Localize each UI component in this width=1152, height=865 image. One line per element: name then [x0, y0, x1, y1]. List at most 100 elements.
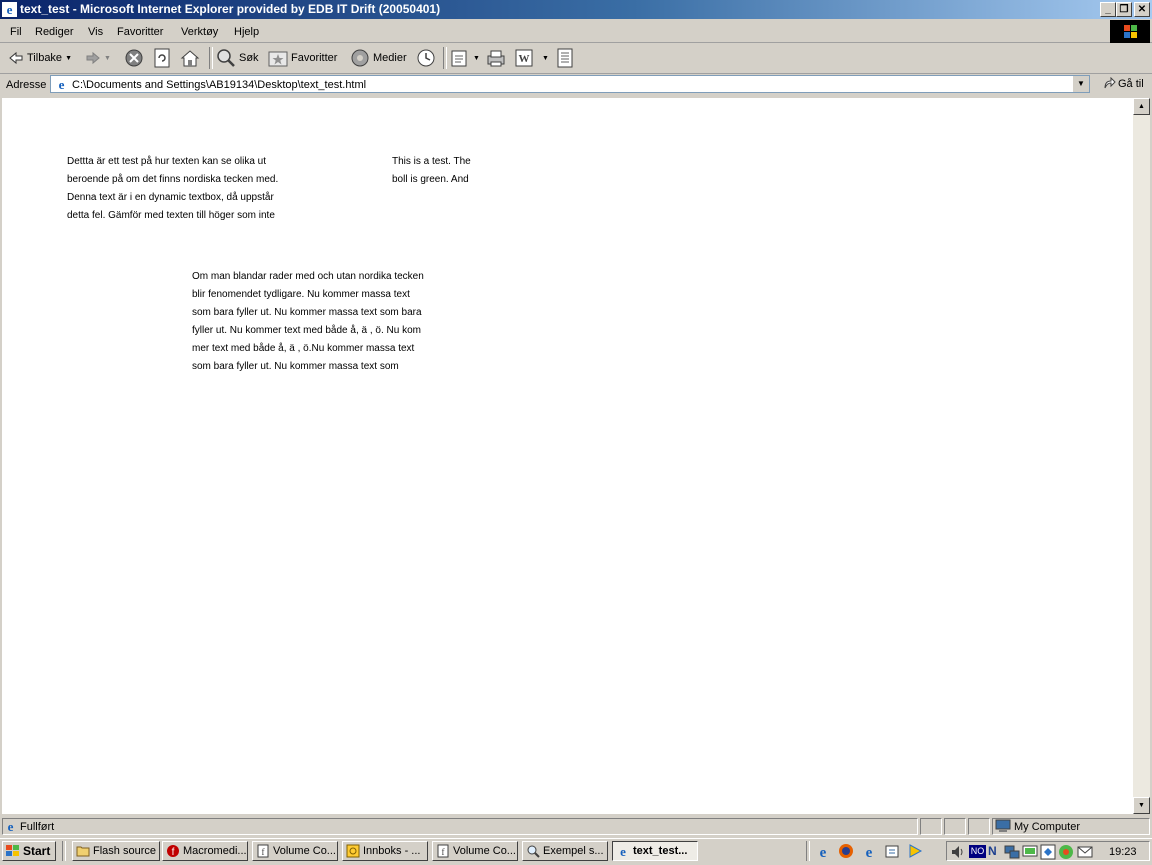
notes-icon: [557, 48, 573, 68]
refresh-button[interactable]: [153, 47, 171, 69]
history-clock-icon: [417, 49, 435, 67]
scroll-down-button[interactable]: ▼: [1133, 797, 1150, 814]
status-pane-main: [2, 818, 918, 835]
mail-notify-icon[interactable]: [1077, 844, 1093, 860]
task-volume-control-2[interactable]: f Volume Co...: [432, 841, 518, 861]
network-icon[interactable]: [1004, 844, 1020, 860]
address-dropdown-button[interactable]: ▼: [1072, 76, 1089, 92]
vertical-scrollbar[interactable]: ▲ ▼: [1133, 98, 1150, 814]
forward-arrow-icon: [86, 51, 100, 65]
minimize-button[interactable]: _: [1100, 2, 1116, 17]
svg-text:e: e: [59, 77, 65, 92]
windows-logo: [1110, 20, 1150, 43]
desktop-icon[interactable]: [884, 843, 900, 859]
ie-icon: e: [2, 2, 17, 17]
volume-icon[interactable]: [950, 844, 966, 860]
search-icon: [217, 49, 235, 67]
text-line: mer text med både å, ä , ö.Nu kommer mas…: [192, 343, 415, 354]
svg-text:f: f: [262, 847, 265, 857]
stop-button[interactable]: [124, 47, 144, 69]
back-label: Tilbake: [27, 52, 63, 64]
monitor-icon[interactable]: [1022, 844, 1038, 860]
svg-text:e: e: [7, 2, 13, 17]
status-pane: [920, 818, 942, 835]
page-content: Dettta är ett test på hur texten kan se …: [2, 98, 1133, 814]
mixed-textbox: Om man blandar rader med och utan nordik…: [192, 268, 424, 376]
chevron-down-icon[interactable]: ▼: [542, 55, 549, 62]
mail-button[interactable]: ▼: [450, 47, 480, 69]
sync-icon[interactable]: [1040, 844, 1056, 860]
task-example[interactable]: Exempel s...: [522, 841, 608, 861]
task-flash-source[interactable]: Flash source: [72, 841, 160, 861]
chevron-down-icon[interactable]: ▼: [473, 55, 480, 62]
menu-favorites[interactable]: Favoritter: [117, 26, 163, 38]
back-button[interactable]: Tilbake ▼: [8, 47, 72, 69]
history-button[interactable]: [416, 47, 436, 69]
computer-icon: [995, 819, 1011, 832]
text-line: som bara fyller ut. Nu kommer massa text…: [192, 361, 399, 372]
address-input[interactable]: e C:\Documents and Settings\AB19134\Desk…: [50, 75, 1090, 93]
menu-tools[interactable]: Verktøy: [181, 26, 218, 38]
svg-text:W: W: [519, 53, 530, 65]
flash-icon: f: [167, 845, 179, 858]
media-player-icon[interactable]: [907, 843, 923, 859]
text-line: Denna text är i en dynamic textbox, då u…: [67, 192, 274, 203]
menu-view[interactable]: Vis: [88, 26, 103, 38]
windows-flag-icon: [6, 845, 19, 856]
text-line: detta fel. Gämför med texten till höger …: [67, 210, 275, 221]
menu-help[interactable]: Hjelp: [234, 26, 259, 38]
task-inbox[interactable]: Innboks - ...: [342, 841, 428, 861]
start-button[interactable]: Start: [2, 841, 56, 861]
task-volume-control-1[interactable]: f Volume Co...: [252, 841, 338, 861]
status-pane: [944, 818, 966, 835]
ie-page-icon: e: [59, 77, 65, 92]
start-label: Start: [23, 844, 51, 858]
language-indicator[interactable]: NO: [969, 845, 986, 858]
taskbar-separator: [806, 841, 810, 861]
task-text-test[interactable]: e text_test...: [612, 841, 698, 861]
edit-button[interactable]: W ▼: [515, 47, 549, 69]
dynamic-textbox: Dettta är ett test på hur texten kan se …: [67, 153, 278, 225]
favorites-button[interactable]: Favoritter: [268, 47, 337, 69]
print-button[interactable]: [486, 47, 506, 69]
text-line: som bara fyller ut. Nu kommer massa text…: [192, 307, 422, 318]
go-button[interactable]: Gå til: [1102, 77, 1144, 91]
zone-text: My Computer: [1014, 821, 1081, 833]
antivirus-icon[interactable]: [1058, 844, 1074, 860]
media-label: Medier: [373, 52, 407, 64]
ie-quicklaunch-icon[interactable]: e: [861, 843, 877, 859]
stop-icon: [125, 49, 143, 67]
forward-button[interactable]: ▼: [85, 47, 111, 69]
taskbar-separator: [62, 841, 66, 861]
toolbar-separator: [209, 47, 213, 69]
media-button[interactable]: Medier: [350, 47, 407, 69]
tray-n-icon[interactable]: N: [988, 844, 997, 858]
close-button[interactable]: ✕: [1134, 2, 1150, 17]
chevron-down-icon[interactable]: ▼: [104, 55, 111, 62]
restore-button[interactable]: ❐: [1116, 2, 1132, 17]
home-button[interactable]: [180, 47, 200, 69]
discuss-button[interactable]: [556, 47, 574, 69]
refresh-icon: [154, 48, 170, 68]
task-label: Flash source: [93, 845, 156, 857]
text-line: Dettta är ett test på hur texten kan se …: [67, 156, 266, 167]
ie-quicklaunch-icon[interactable]: e: [815, 843, 831, 859]
search-button[interactable]: Søk: [216, 47, 259, 69]
static-textbox: This is a test. The boll is green. And: [392, 153, 471, 189]
folder-icon: [76, 846, 90, 857]
go-label: Gå til: [1118, 78, 1144, 90]
text-line: This is a test. The: [392, 156, 471, 167]
toolbar: [0, 43, 1152, 74]
menu-edit[interactable]: Rediger: [35, 26, 74, 38]
favorites-star-icon: [268, 51, 288, 67]
firefox-icon[interactable]: [838, 843, 854, 859]
task-label: Exempel s...: [543, 845, 604, 857]
mail-icon: [451, 50, 467, 67]
chevron-down-icon[interactable]: ▼: [65, 55, 72, 62]
menu-bar: [0, 20, 1152, 43]
menu-file[interactable]: Fil: [10, 26, 22, 38]
scroll-up-button[interactable]: ▲: [1133, 98, 1150, 115]
text-line: beroende på om det finns nordiska tecken…: [67, 174, 279, 185]
back-arrow-icon: [9, 51, 23, 65]
task-macromedia[interactable]: f Macromedi...: [162, 841, 248, 861]
